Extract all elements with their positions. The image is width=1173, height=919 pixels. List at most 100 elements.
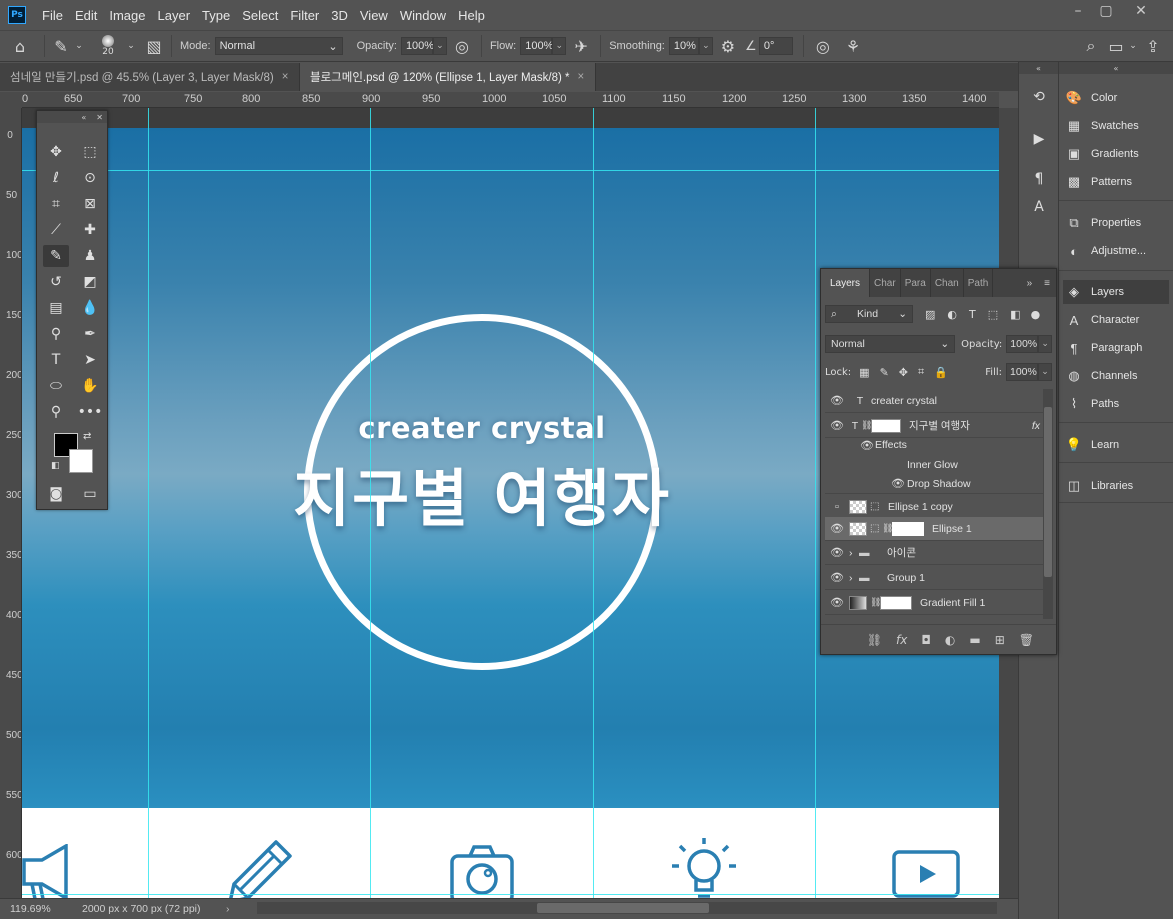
swap-colors-icon[interactable]: ⇄ <box>83 431 91 442</box>
dock-color[interactable]: 🎨 Color <box>1063 86 1169 110</box>
pressure-opacity-icon[interactable]: ◎ <box>447 37 477 56</box>
guide-line[interactable] <box>593 108 594 898</box>
guide-line[interactable] <box>148 108 149 898</box>
blur-tool-icon[interactable]: 💧 <box>77 297 103 319</box>
ruler-corner[interactable] <box>0 92 22 108</box>
eye-icon[interactable]: 👁 <box>825 522 849 535</box>
tab-paths[interactable]: Path <box>964 269 994 297</box>
menu-help[interactable]: Help <box>452 8 491 23</box>
tab-character[interactable]: Char <box>870 269 901 297</box>
new-group-icon[interactable]: ▬ <box>969 633 980 647</box>
eraser-tool-icon[interactable]: ◩ <box>77 271 103 293</box>
close-icon[interactable]: ✕ <box>96 113 103 122</box>
dock-adjustments[interactable]: ◐ Adjustme... <box>1063 239 1169 263</box>
dock-learn[interactable]: 💡 Learn <box>1063 433 1169 457</box>
flow-input[interactable]: 100% <box>520 37 553 55</box>
tab-blog-main-doc[interactable]: 블로그메인.psd @ 120% (Ellipse 1, Layer Mask/… <box>300 63 596 91</box>
gear-icon[interactable]: ⚙ <box>713 37 743 56</box>
filter-smart-object-icon[interactable]: ◧ <box>1010 308 1020 321</box>
guide-line[interactable] <box>22 170 999 171</box>
layer-row[interactable]: 👁 › ▬ 아이콘 <box>825 541 1044 565</box>
search-icon[interactable]: ⌕ <box>1077 36 1105 56</box>
menu-type[interactable]: Type <box>196 8 236 23</box>
crop-tool-icon[interactable]: ⌗ <box>43 193 69 215</box>
filter-pixel-icon[interactable]: ▨ <box>925 308 935 321</box>
paragraph-styles-icon[interactable]: ¶ <box>1028 168 1050 190</box>
airbrush-icon[interactable]: ✈ <box>566 37 596 56</box>
brush-tool-icon[interactable]: ✎ <box>49 37 73 56</box>
scrollbar-thumb[interactable] <box>537 903 709 913</box>
lasso-tool-icon[interactable]: ℓ <box>43 167 69 189</box>
collapse-icon[interactable]: « <box>81 113 86 122</box>
filter-shape-icon[interactable]: ⬚ <box>988 308 998 321</box>
maximize-button[interactable]: ▢ <box>1090 0 1122 22</box>
opacity-dropdown[interactable]: ⌄ <box>432 37 447 55</box>
zoom-level[interactable]: 119.69% <box>10 903 82 915</box>
history-icon[interactable]: ⟲ <box>1028 86 1050 108</box>
fill-dropdown[interactable]: ⌄ <box>1038 363 1052 381</box>
brush-preset-picker[interactable]: 20 <box>91 35 125 57</box>
filter-adjustment-icon[interactable]: ◐ <box>947 308 957 321</box>
new-layer-icon[interactable]: ⊞ <box>995 633 1005 647</box>
lock-artboard-icon[interactable]: ⌗ <box>918 365 924 379</box>
menu-filter[interactable]: Filter <box>284 8 325 23</box>
dock-character[interactable]: A Character <box>1063 308 1169 332</box>
healing-brush-tool-icon[interactable]: ✚ <box>77 219 103 241</box>
dock-patterns[interactable]: ▩ Patterns <box>1063 170 1169 194</box>
menu-window[interactable]: Window <box>394 8 452 23</box>
path-select-tool-icon[interactable]: ➤ <box>77 349 103 371</box>
chevron-down-icon[interactable]: ⌄ <box>73 41 85 51</box>
tab-layers[interactable]: Layers <box>821 269 871 297</box>
tab-paragraph[interactable]: Para <box>901 269 931 297</box>
lock-pixels-icon[interactable]: ✎ <box>880 366 889 379</box>
layer-row[interactable]: 👁 › ▬ Group 1 <box>825 566 1044 590</box>
dodge-tool-icon[interactable]: ⚲ <box>43 323 69 345</box>
eye-icon[interactable]: 👁 <box>825 571 849 584</box>
eye-icon[interactable]: 👁 <box>825 596 849 609</box>
trash-icon[interactable]: 🗑 <box>1019 633 1034 647</box>
guide-line[interactable] <box>815 108 816 898</box>
type-tool-icon[interactable]: T <box>43 349 69 371</box>
chevron-right-icon[interactable]: › <box>849 547 859 559</box>
share-icon[interactable]: ⇪ <box>1139 37 1167 56</box>
quick-select-tool-icon[interactable]: ⊙ <box>77 167 103 189</box>
actions-icon[interactable]: ▶ <box>1028 128 1050 150</box>
angle-input[interactable]: 0° <box>758 37 793 55</box>
symmetry-icon[interactable]: ⚘ <box>838 37 868 56</box>
link-layers-icon[interactable]: ⛓ <box>867 633 882 647</box>
eye-icon[interactable]: 👁 <box>859 439 875 452</box>
more-tabs-icon[interactable]: » <box>1021 278 1039 289</box>
eye-icon[interactable]: 👁 <box>889 477 907 490</box>
tools-panel-header[interactable]: «✕ <box>37 111 107 123</box>
effects-row[interactable]: 👁 Effects <box>825 435 1044 455</box>
chevron-down-icon[interactable]: ⌄ <box>1127 41 1139 51</box>
brush-settings-icon[interactable]: ▧ <box>141 37 167 56</box>
lock-transparent-icon[interactable]: ▦ <box>859 366 869 379</box>
menu-file[interactable]: File <box>36 8 69 23</box>
flow-dropdown[interactable]: ⌄ <box>552 37 567 55</box>
dock-swatches[interactable]: ▦ Swatches <box>1063 114 1169 138</box>
guide-line[interactable] <box>22 894 999 895</box>
chevron-down-icon[interactable]: ⌄ <box>125 41 137 51</box>
dock-layers[interactable]: ◈ Layers <box>1063 280 1169 304</box>
filter-type-icon[interactable]: T <box>969 308 976 321</box>
menu-select[interactable]: Select <box>236 8 284 23</box>
menu-3d[interactable]: 3D <box>325 8 354 23</box>
opacity-input[interactable]: 100% <box>400 37 434 55</box>
layer-row-selected[interactable]: 👁 ⬚ ⛓ Ellipse 1 <box>825 517 1044 541</box>
home-icon[interactable]: ⌂ <box>0 37 40 56</box>
dock-paths[interactable]: ⌇ Paths <box>1063 392 1169 416</box>
layer-row[interactable]: ▫ ⬚ Ellipse 1 copy <box>825 495 1044 519</box>
eye-icon[interactable]: 👁 <box>825 394 849 407</box>
screen-mode-icon[interactable]: ▭ <box>77 483 103 505</box>
adjustment-layer-icon[interactable]: ◐ <box>945 633 955 647</box>
pressure-size-icon[interactable]: ◎ <box>808 37 838 56</box>
horizontal-scrollbar[interactable] <box>257 902 997 914</box>
lock-all-icon[interactable]: 🔒 <box>934 366 948 379</box>
chevron-right-icon[interactable]: › <box>226 903 230 915</box>
horizontal-ruler[interactable]: 0 650 700 750 800 850 900 950 1000 1050 … <box>22 92 999 108</box>
fx-icon[interactable]: fx <box>896 633 907 647</box>
effect-row[interactable]: Inner Glow <box>825 455 1044 474</box>
add-mask-icon[interactable]: ◘ <box>921 633 931 647</box>
menu-layer[interactable]: Layer <box>152 8 197 23</box>
